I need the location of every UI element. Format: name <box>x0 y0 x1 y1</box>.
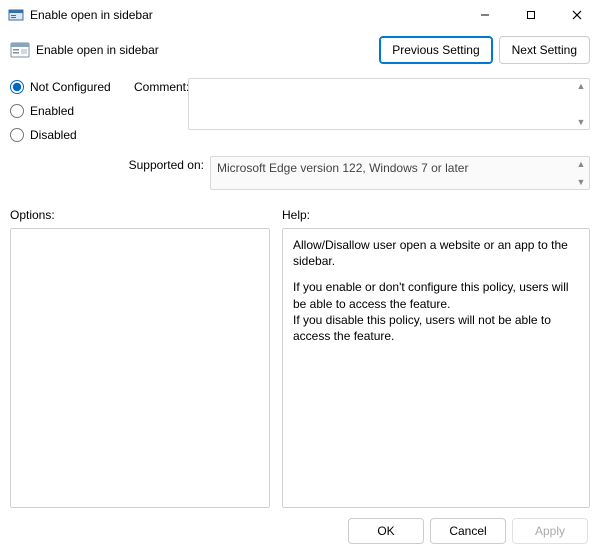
panels: Allow/Disallow user open a website or an… <box>0 224 600 508</box>
previous-setting-button[interactable]: Previous Setting <box>379 36 492 64</box>
next-setting-button[interactable]: Next Setting <box>499 36 590 64</box>
ok-button[interactable]: OK <box>348 518 424 544</box>
radio-disabled-input[interactable] <box>10 128 24 142</box>
options-panel <box>10 228 270 508</box>
radio-enabled-input[interactable] <box>10 104 24 118</box>
options-label: Options: <box>10 208 270 222</box>
help-text-3: If you disable this policy, users will n… <box>293 312 579 344</box>
app-icon <box>8 7 24 23</box>
maximize-button[interactable] <box>508 0 554 30</box>
window-controls <box>462 0 600 30</box>
config-row: Not Configured Enabled Disabled Comment:… <box>0 74 600 156</box>
close-button[interactable] <box>554 0 600 30</box>
supported-row: Supported on: Microsoft Edge version 122… <box>0 156 600 204</box>
scroll-up-icon[interactable]: ▲ <box>575 80 587 92</box>
help-text-2: If you enable or don't configure this po… <box>293 279 579 311</box>
radio-disabled-label: Disabled <box>30 128 77 142</box>
state-radios: Not Configured Enabled Disabled <box>10 78 128 152</box>
help-label: Help: <box>282 208 590 222</box>
panel-labels: Options: Help: <box>0 204 600 224</box>
supported-value: Microsoft Edge version 122, Windows 7 or… <box>217 161 468 175</box>
scroll-up-icon[interactable]: ▲ <box>575 158 587 170</box>
radio-enabled-label: Enabled <box>30 104 74 118</box>
radio-not-configured-label: Not Configured <box>30 80 111 94</box>
scroll-down-icon[interactable]: ▼ <box>575 176 587 188</box>
window-title: Enable open in sidebar <box>30 8 462 22</box>
help-text-1: Allow/Disallow user open a website or an… <box>293 237 579 269</box>
comment-column: Comment: ▲ ▼ <box>134 78 590 152</box>
comment-textarea[interactable]: ▲ ▼ <box>188 78 590 130</box>
supported-text: Microsoft Edge version 122, Windows 7 or… <box>210 156 590 190</box>
scroll-down-icon[interactable]: ▼ <box>575 116 587 128</box>
radio-not-configured-input[interactable] <box>10 80 24 94</box>
policy-icon <box>10 41 30 59</box>
apply-button: Apply <box>512 518 588 544</box>
minimize-button[interactable] <box>462 0 508 30</box>
radio-not-configured[interactable]: Not Configured <box>10 80 128 94</box>
help-panel: Allow/Disallow user open a website or an… <box>282 228 590 508</box>
titlebar: Enable open in sidebar <box>0 0 600 30</box>
cancel-button[interactable]: Cancel <box>430 518 506 544</box>
comment-field: Comment: ▲ ▼ <box>134 78 590 130</box>
policy-title: Enable open in sidebar <box>36 43 373 57</box>
header: Enable open in sidebar Previous Setting … <box>0 30 600 74</box>
supported-label: Supported on: <box>128 156 210 172</box>
footer: OK Cancel Apply <box>0 508 600 556</box>
radio-enabled[interactable]: Enabled <box>10 104 128 118</box>
radio-disabled[interactable]: Disabled <box>10 128 128 142</box>
comment-label: Comment: <box>134 78 188 94</box>
